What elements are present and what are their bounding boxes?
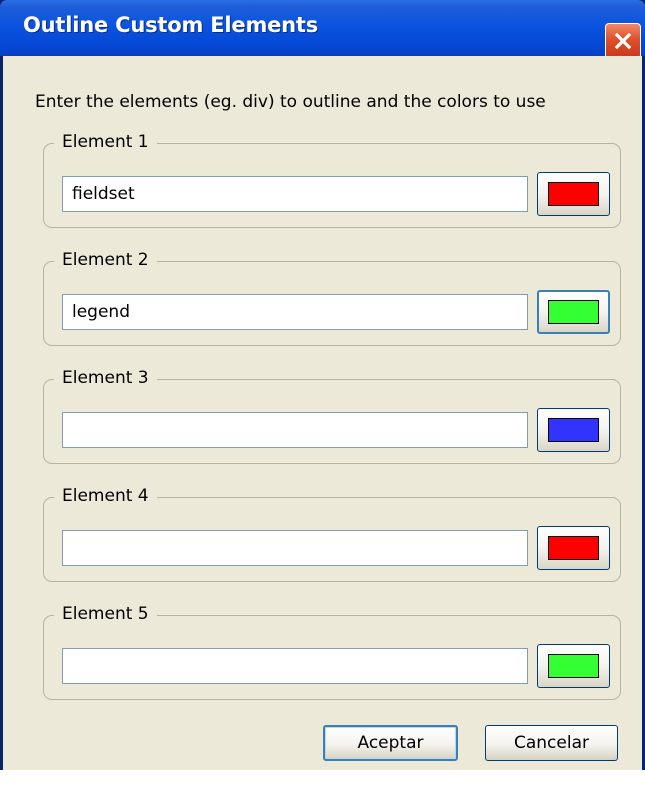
element-1-input[interactable] [62, 176, 528, 212]
element-1-group: Element 1 [43, 129, 621, 228]
element-4-color-swatch [548, 536, 599, 560]
element-1-legend: Element 1 [54, 129, 157, 155]
element-5-group: Element 5 [43, 601, 621, 700]
element-2-color-swatch [548, 300, 599, 324]
instructions-text: Enter the elements (eg. div) to outline … [35, 92, 546, 112]
title-bar[interactable]: Outline Custom Elements [0, 0, 645, 56]
element-4-color-button[interactable] [537, 526, 610, 570]
close-button[interactable] [605, 23, 641, 59]
element-4-group: Element 4 [43, 483, 621, 582]
element-5-color-swatch [548, 654, 599, 678]
element-2-group: Element 2 [43, 247, 621, 346]
element-1-color-button[interactable] [537, 172, 610, 216]
close-icon [614, 32, 632, 50]
element-2-legend: Element 2 [54, 247, 157, 273]
element-5-input[interactable] [62, 648, 528, 684]
element-2-color-button[interactable] [537, 290, 610, 334]
element-4-input[interactable] [62, 530, 528, 566]
cancel-button[interactable]: Cancelar [485, 725, 618, 761]
element-3-group: Element 3 [43, 365, 621, 464]
window-title: Outline Custom Elements [23, 13, 319, 37]
element-3-legend: Element 3 [54, 365, 157, 391]
element-1-color-swatch [548, 182, 599, 206]
accept-button[interactable]: Aceptar [323, 725, 458, 761]
element-3-input[interactable] [62, 412, 528, 448]
element-5-color-button[interactable] [537, 644, 610, 688]
element-3-color-button[interactable] [537, 408, 610, 452]
element-5-legend: Element 5 [54, 601, 157, 627]
element-3-color-swatch [548, 418, 599, 442]
element-2-input[interactable] [62, 294, 528, 330]
element-4-legend: Element 4 [54, 483, 157, 509]
